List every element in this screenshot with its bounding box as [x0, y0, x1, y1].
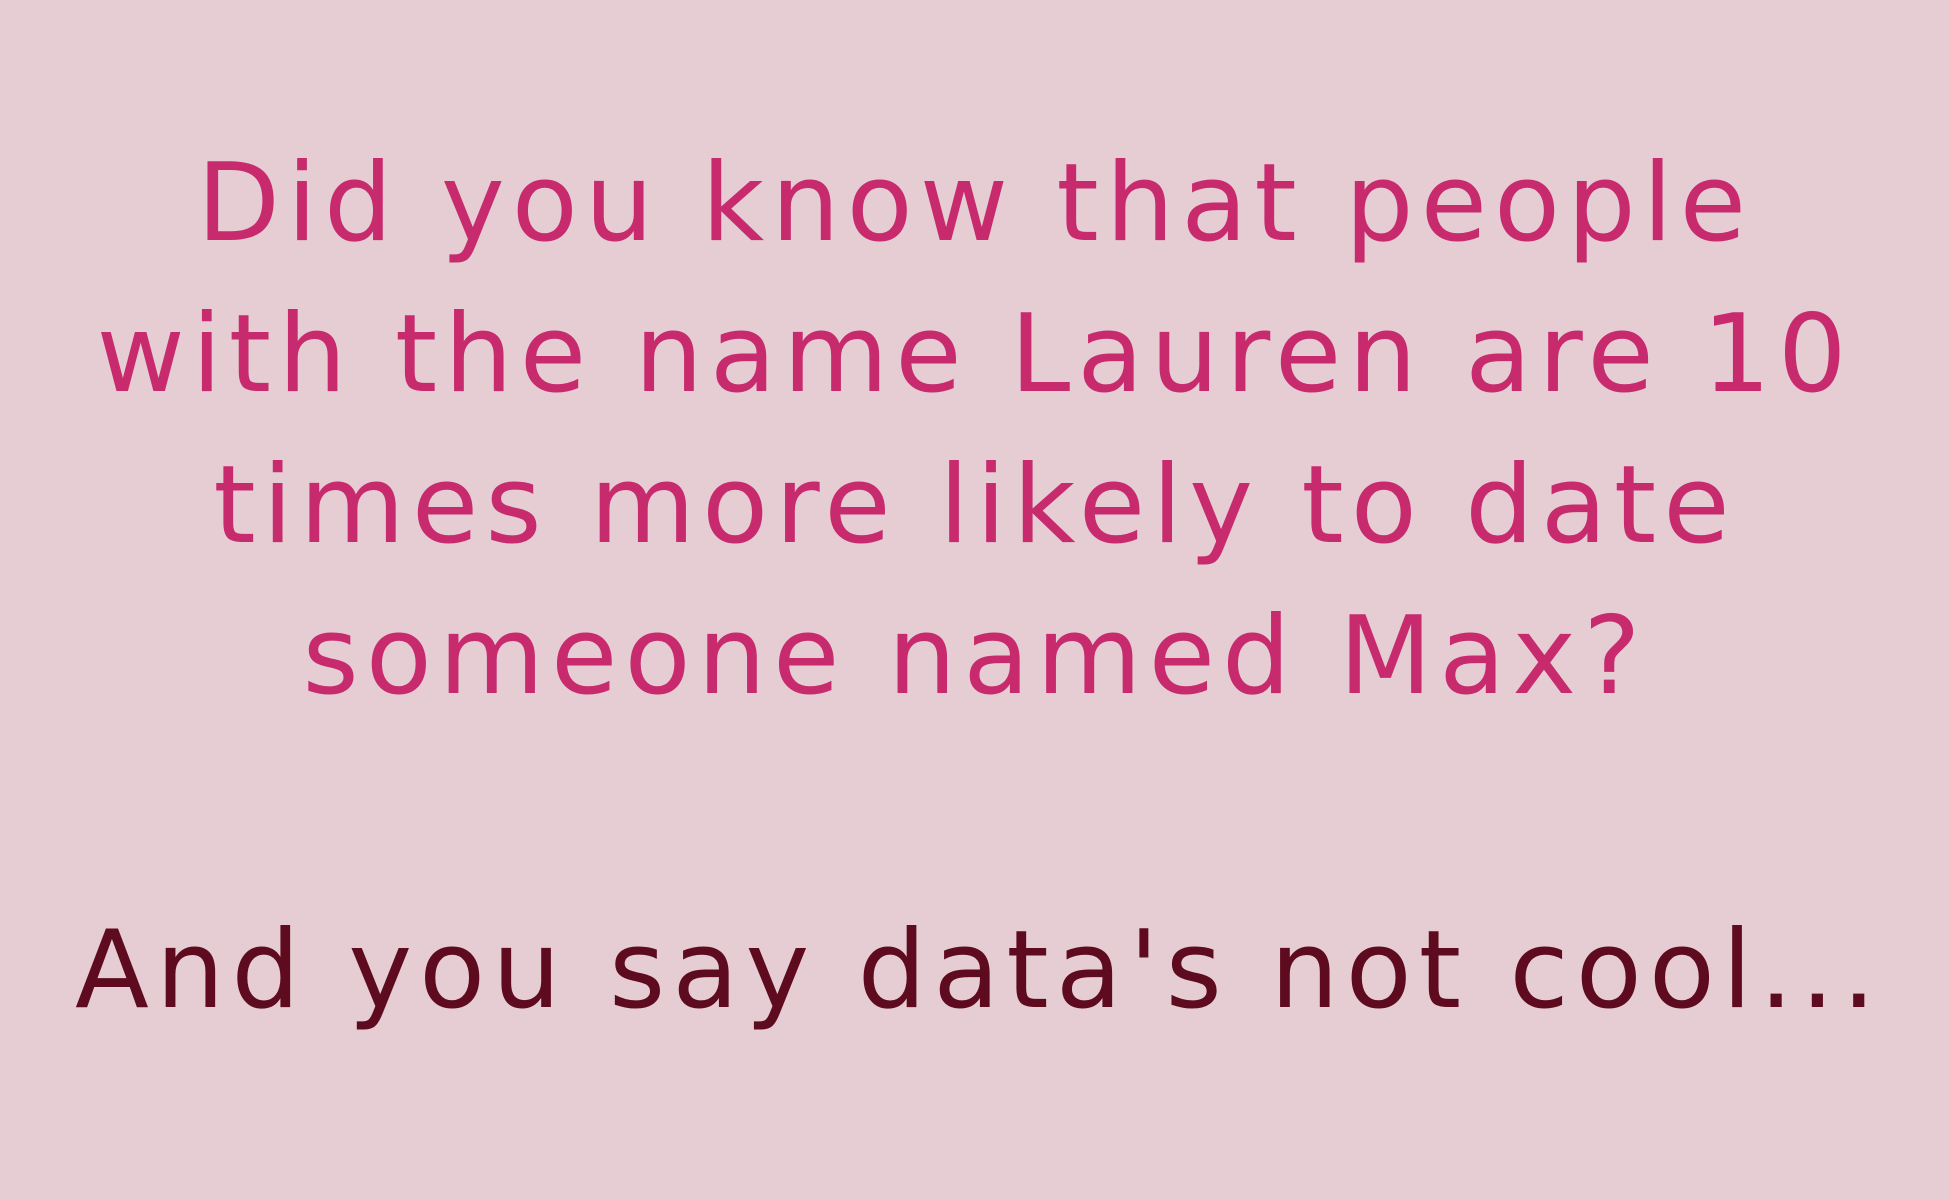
question-line-1: Did you know that people — [196, 141, 1754, 266]
question-text: Did you know that people with the name L… — [75, 128, 1875, 732]
question-line-4: someone named Max? — [302, 594, 1648, 719]
quote-card: Did you know that people with the name L… — [0, 0, 1950, 1200]
punchline-text: And you say data's not cool... — [75, 908, 1883, 1033]
question-line-3: times more likely to date — [213, 443, 1737, 568]
question-line-2: with the name Lauren are 10 — [96, 292, 1854, 417]
